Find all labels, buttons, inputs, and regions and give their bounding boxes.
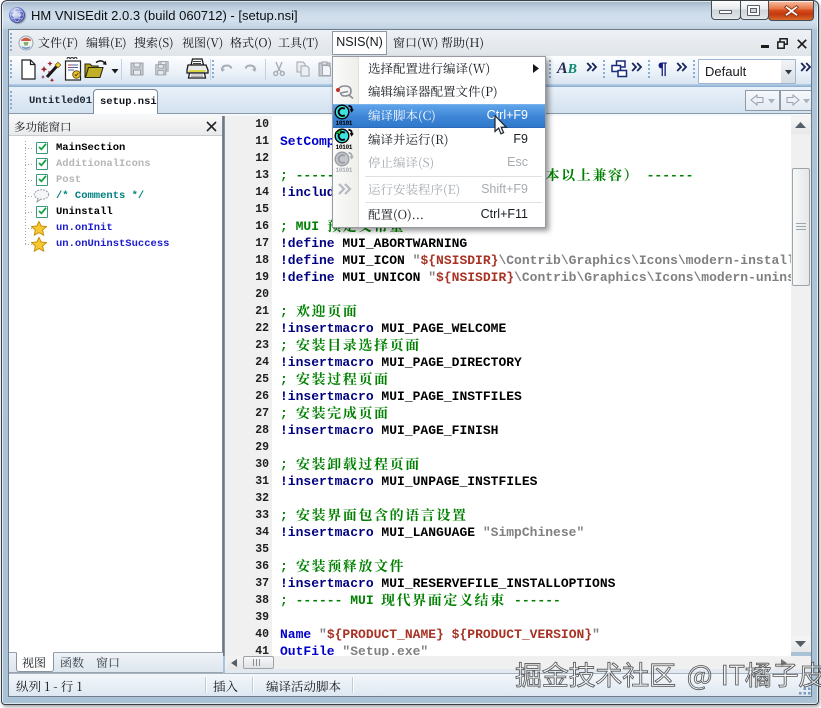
svg-text:10101: 10101 [336, 144, 353, 151]
svg-text:10101: 10101 [336, 167, 353, 174]
svg-text:10101: 10101 [336, 120, 353, 127]
